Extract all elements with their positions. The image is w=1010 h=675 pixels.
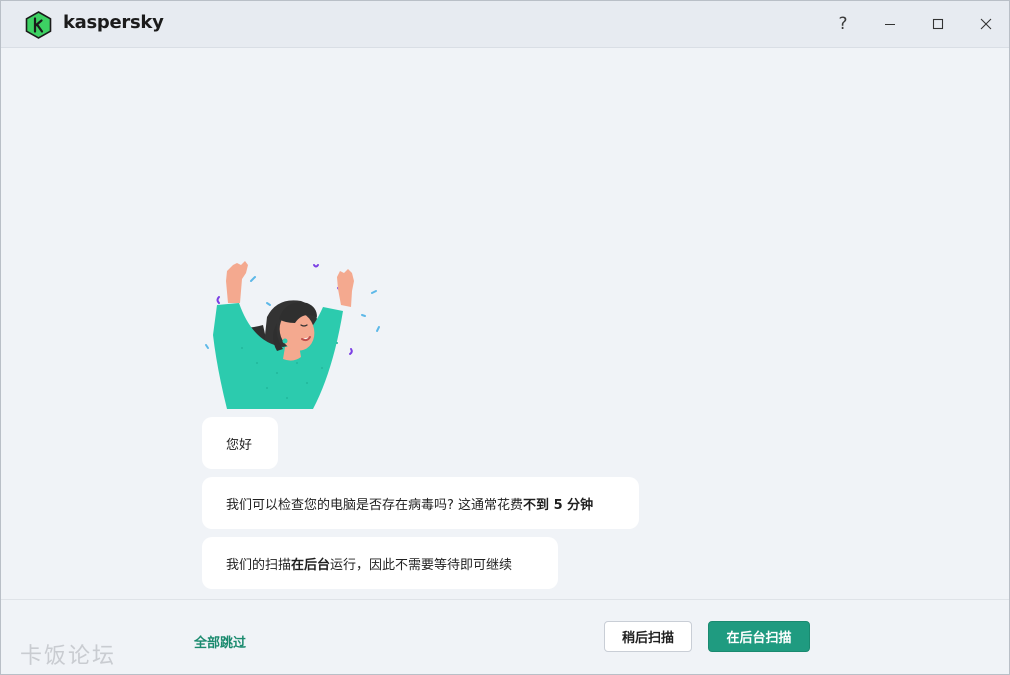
brand-name: kaspersky: [63, 12, 164, 33]
background-info-bold: 在后台: [291, 557, 331, 573]
scan-question-text: 我们可以检查您的电脑是否存在病毒吗? 这通常花费: [226, 497, 524, 513]
scan-in-background-button[interactable]: 在后台扫描: [708, 621, 810, 652]
chat-bubble-scan-question: 我们可以检查您的电脑是否存在病毒吗? 这通常花费 不到 5 分钟: [202, 477, 639, 529]
watermark-text: 卡饭论坛: [20, 644, 117, 669]
chat-bubble-background-info: 我们的扫描 在后台 运行，因此不需要等待即可继续: [202, 537, 558, 589]
background-info-prefix: 我们的扫描: [226, 557, 292, 573]
close-button[interactable]: [971, 9, 1001, 39]
greeting-text: 您好: [226, 437, 253, 453]
background-info-suffix: 运行，因此不需要等待即可继续: [330, 557, 513, 573]
scan-later-button[interactable]: 稍后扫描: [604, 621, 692, 652]
minimize-button[interactable]: [875, 9, 905, 39]
close-icon: [980, 18, 992, 30]
scan-duration-text: 不到 5 分钟: [523, 497, 594, 513]
minimize-icon: [885, 24, 895, 25]
footer-bar: 全部跳过 稍后扫描 在后台扫描: [1, 599, 1009, 674]
maximize-button[interactable]: [923, 9, 953, 39]
title-bar: kaspersky ?: [1, 1, 1009, 48]
kaspersky-logo-icon: [25, 11, 52, 39]
skip-all-link[interactable]: 全部跳过: [194, 632, 246, 651]
celebrating-woman-illustration: [205, 261, 380, 409]
app-window: kaspersky ? 您好 我们可以检查您的电脑是否存在病毒吗? 这通常花费 …: [0, 0, 1010, 675]
maximize-icon: [932, 18, 944, 30]
help-button[interactable]: ?: [828, 9, 858, 39]
chat-bubble-greeting: 您好: [202, 417, 278, 469]
help-icon: ?: [838, 14, 848, 34]
